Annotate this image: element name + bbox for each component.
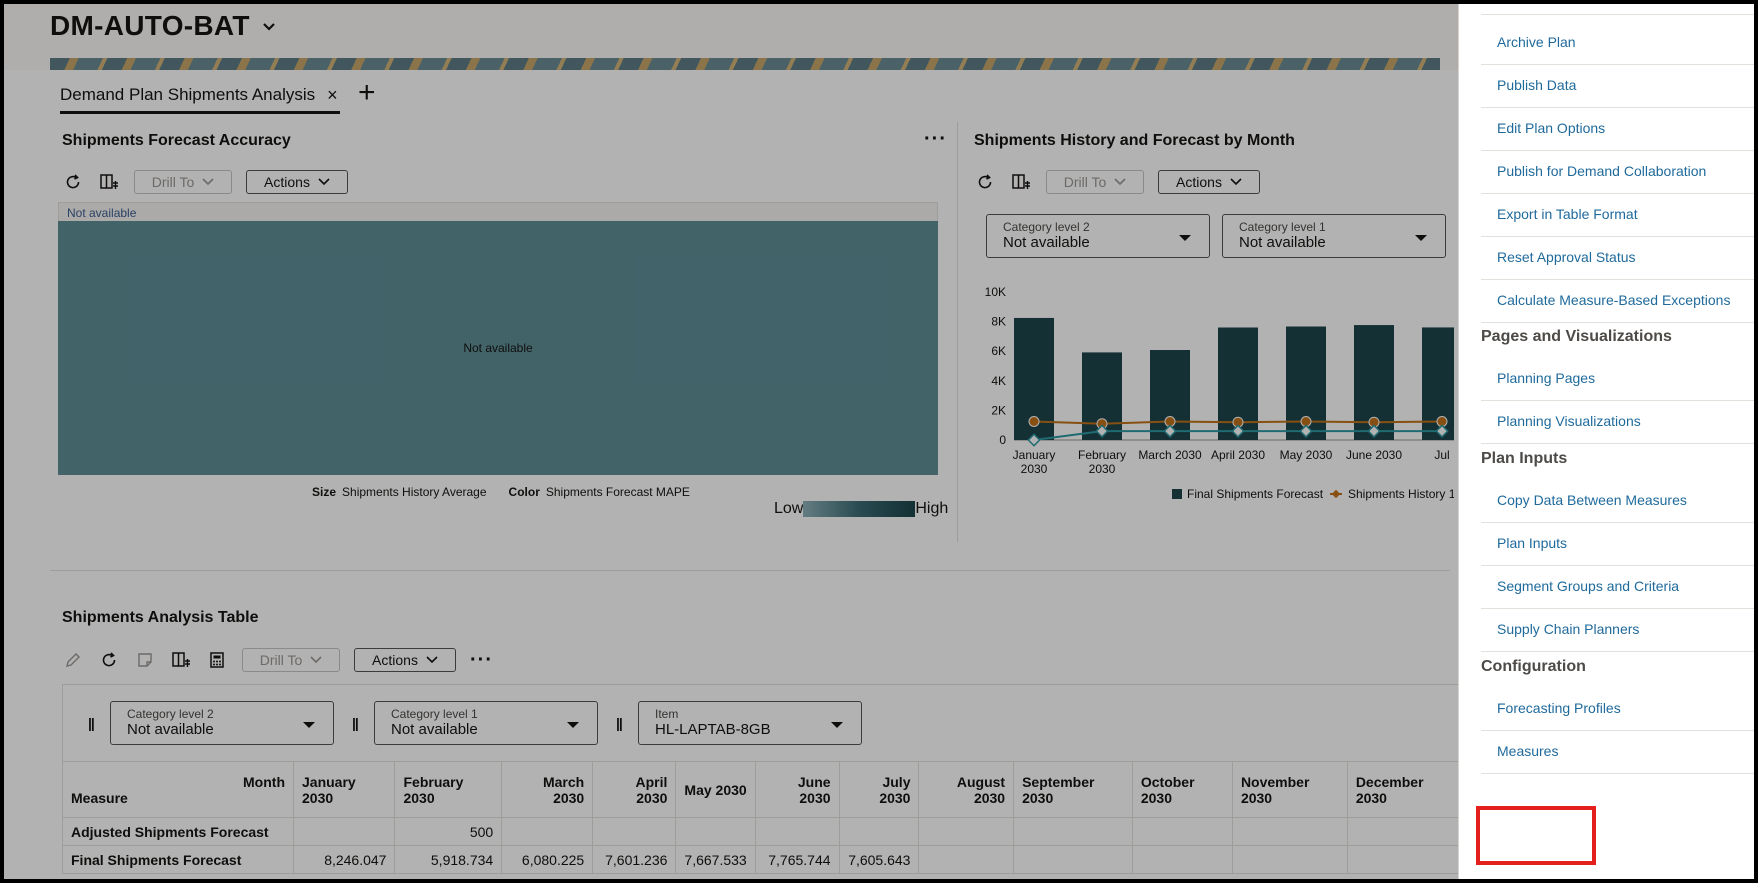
- menu-item-reset-approval-status[interactable]: Reset Approval Status: [1497, 249, 1636, 265]
- menu-item-export-in-table-format[interactable]: Export in Table Format: [1497, 206, 1638, 222]
- menu-section-heading: Configuration: [1481, 658, 1586, 675]
- menu-separator: [1481, 565, 1754, 566]
- menu-separator: [1481, 400, 1754, 401]
- actions-drawer: Archive Plan Publish Data Edit Plan Option…: [1458, 4, 1754, 879]
- menu-separator: [1481, 14, 1754, 15]
- menu-item-segment-groups-and-criteria[interactable]: Segment Groups and Criteria: [1497, 578, 1679, 594]
- menu-separator: [1481, 322, 1754, 323]
- menu-item-calculate-measure-based-exceptions[interactable]: Calculate Measure-Based Exceptions: [1497, 292, 1730, 308]
- modal-scrim[interactable]: [4, 4, 1458, 879]
- menu-separator: [1481, 64, 1754, 65]
- menu-separator: [1481, 730, 1754, 731]
- menu-item-planning-visualizations[interactable]: Planning Visualizations: [1497, 413, 1641, 429]
- menu-item-edit-plan-options[interactable]: Edit Plan Options: [1497, 120, 1605, 136]
- menu-separator: [1481, 279, 1754, 280]
- menu-item-publish-for-demand-collaboration[interactable]: Publish for Demand Collaboration: [1497, 163, 1706, 179]
- menu-item-planning-pages[interactable]: Planning Pages: [1497, 370, 1595, 386]
- menu-item-forecasting-profiles[interactable]: Forecasting Profiles: [1497, 700, 1621, 716]
- menu-separator: [1481, 443, 1754, 444]
- highlight-annotation: [1476, 806, 1596, 865]
- app-frame: DM-AUTO-BAT Demand Plan Shipments Analys…: [4, 4, 1754, 879]
- menu-separator: [1481, 522, 1754, 523]
- menu-separator: [1481, 773, 1754, 774]
- menu-separator: [1481, 150, 1754, 151]
- menu-item-supply-chain-planners[interactable]: Supply Chain Planners: [1497, 621, 1639, 637]
- menu-item-publish-data[interactable]: Publish Data: [1497, 77, 1576, 93]
- menu-separator: [1481, 193, 1754, 194]
- menu-item-plan-inputs[interactable]: Plan Inputs: [1497, 535, 1567, 551]
- menu-separator: [1481, 651, 1754, 652]
- menu-section-heading: Pages and Visualizations: [1481, 328, 1672, 345]
- menu-item-archive-plan[interactable]: Archive Plan: [1497, 34, 1576, 50]
- menu-item-copy-data-between-measures[interactable]: Copy Data Between Measures: [1497, 492, 1687, 508]
- menu-separator: [1481, 236, 1754, 237]
- menu-item-measures[interactable]: Measures: [1497, 743, 1558, 759]
- menu-separator: [1481, 608, 1754, 609]
- menu-separator: [1481, 107, 1754, 108]
- menu-section-heading: Plan Inputs: [1481, 450, 1568, 467]
